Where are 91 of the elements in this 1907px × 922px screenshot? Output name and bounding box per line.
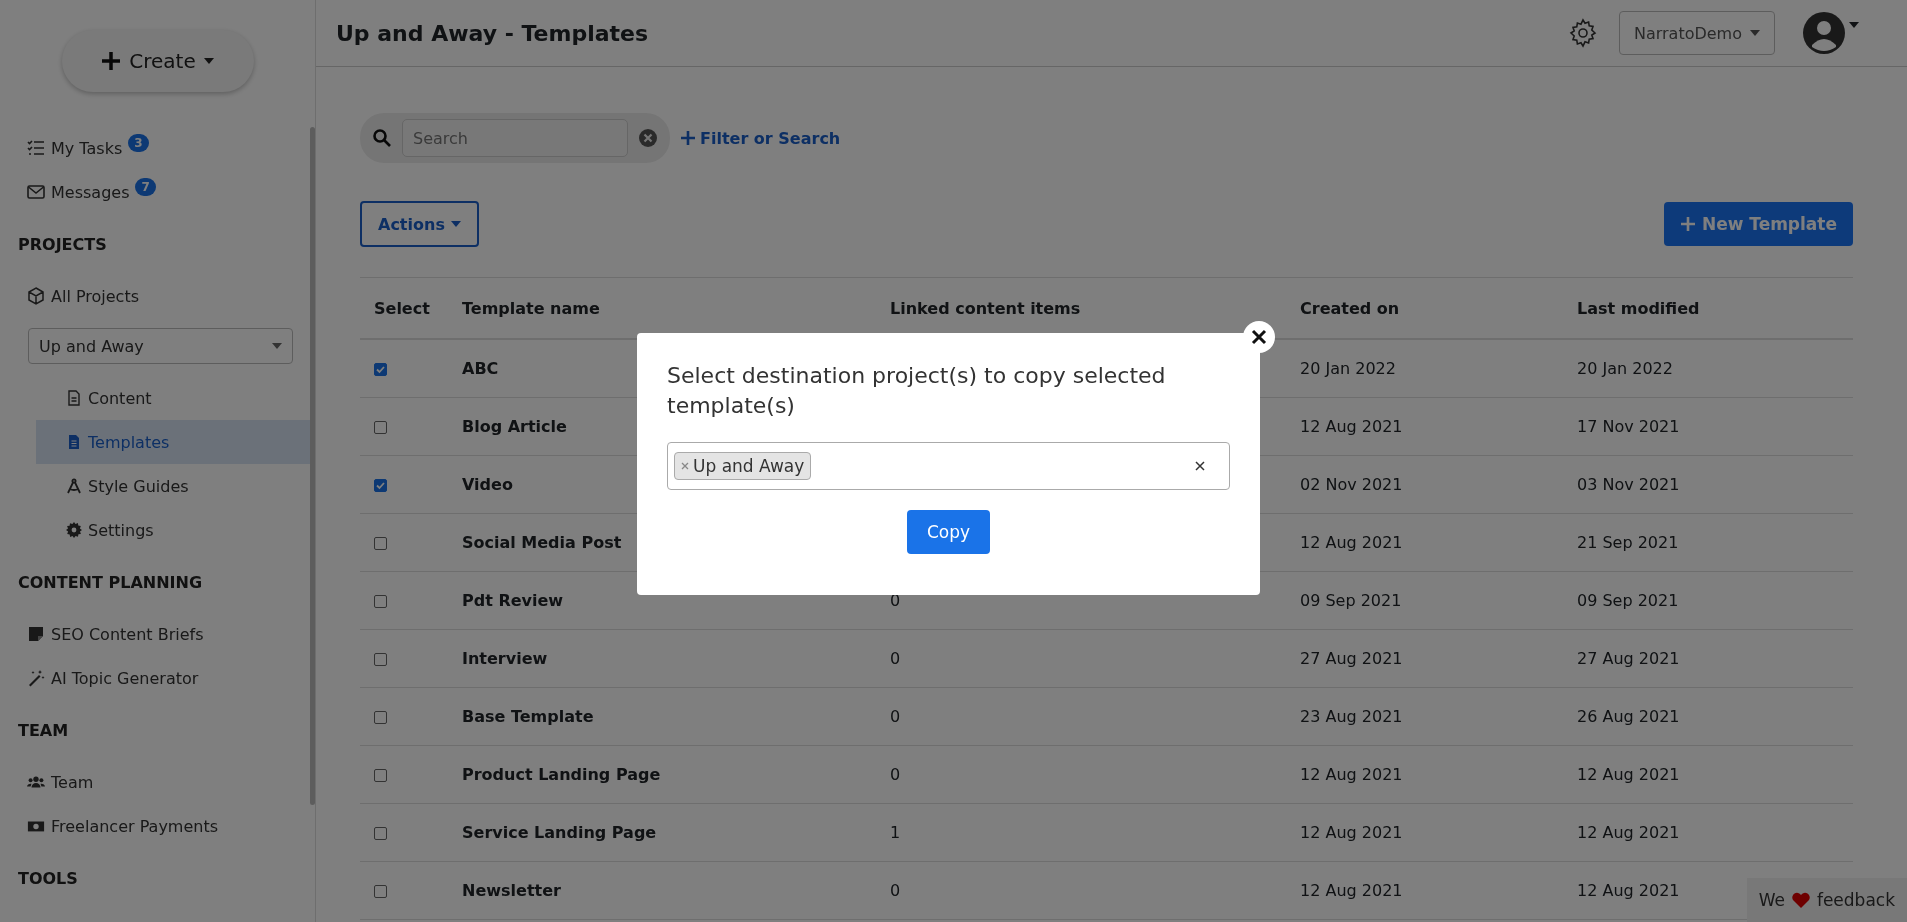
sidebar-item[interactable]: My Tasks 3	[18, 126, 293, 170]
caret-icon	[272, 343, 282, 349]
table-cell: 12 Aug 2021	[1286, 745, 1563, 804]
caret-icon	[203, 58, 214, 64]
sidebar-item[interactable]: AI Topic Generator	[18, 656, 293, 700]
table-cell: 17 Nov 2021	[1563, 397, 1853, 456]
sidebar-item[interactable]: Messages 7	[18, 170, 293, 214]
copy-button[interactable]: Copy	[906, 510, 991, 555]
table-cell: Newsletter	[448, 861, 876, 920]
plus-icon	[680, 130, 696, 146]
checkbox[interactable]	[374, 595, 387, 608]
caret-icon	[1750, 30, 1760, 36]
table-cell: 12 Aug 2021	[1286, 803, 1563, 862]
project-dropdown[interactable]: Up and Away	[28, 328, 293, 364]
table-cell: 12 Aug 2021	[1563, 803, 1853, 862]
project-select-field[interactable]: Up and Away	[667, 442, 1230, 491]
count-badge: 3	[128, 134, 149, 152]
section-heading: TEAM	[18, 719, 70, 742]
checkbox[interactable]	[374, 537, 387, 550]
create-button[interactable]: Create	[61, 30, 254, 92]
actions-dropdown[interactable]: Actions	[360, 201, 479, 247]
table-cell: 12 Aug 2021	[1286, 861, 1563, 920]
table-cell: 09 Sep 2021	[1563, 571, 1853, 630]
feedback-button[interactable]: We feedback	[1746, 878, 1907, 922]
checkbox[interactable]	[374, 421, 387, 434]
table-cell: 1	[876, 803, 1286, 862]
table-cell: 0	[876, 687, 1286, 746]
avatar-icon[interactable]	[1803, 12, 1845, 54]
table-cell: Interview	[448, 629, 876, 688]
cube-icon	[27, 287, 45, 305]
checkbox[interactable]	[374, 885, 387, 898]
sidebar-item[interactable]: Freelancer Payments	[18, 804, 293, 848]
table-cell: 21 Sep 2021	[1563, 513, 1853, 572]
table-cell: Base Template	[448, 687, 876, 746]
sidebar-item[interactable]: All Projects	[18, 274, 293, 318]
checkbox[interactable]	[374, 711, 387, 724]
project-tag[interactable]: Up and Away	[674, 452, 812, 481]
clear-icon[interactable]	[1195, 461, 1205, 472]
count-badge: 7	[135, 178, 156, 196]
gear-icon	[66, 522, 82, 538]
page-title: Up and Away - Templates	[336, 20, 650, 46]
table-cell: 12 Aug 2021	[1563, 745, 1853, 804]
document-icon	[66, 434, 82, 450]
scrollbar[interactable]	[310, 127, 315, 805]
table-cell: 20 Jan 2022	[1286, 339, 1563, 398]
table-cell: 12 Aug 2021	[1286, 513, 1563, 572]
table-cell: 23 Aug 2021	[1286, 687, 1563, 746]
checkbox[interactable]	[374, 769, 387, 782]
table-cell: 20 Jan 2022	[1563, 339, 1853, 398]
heart-icon	[1790, 891, 1811, 909]
compass-drawing-icon	[66, 478, 82, 494]
note-icon	[27, 625, 45, 643]
sidebar-item[interactable]: SEO Content Briefs	[18, 612, 293, 656]
column-header: Created on	[1286, 277, 1563, 339]
new-template-button[interactable]: New Template	[1663, 202, 1853, 246]
table-cell: 27 Aug 2021	[1563, 629, 1853, 688]
account-dropdown[interactable]: NarratoDemo	[1618, 11, 1775, 55]
caret-icon	[450, 221, 461, 227]
checklist-icon	[27, 139, 45, 157]
plus-icon	[1679, 216, 1696, 232]
section-heading: TOOLS	[18, 867, 79, 890]
section-heading: PROJECTS	[18, 233, 108, 256]
checkbox[interactable]	[374, 827, 387, 840]
table-cell: Service Landing Page	[448, 803, 876, 862]
magic-wand-icon	[27, 669, 45, 687]
table-cell: 12 Aug 2021	[1286, 397, 1563, 456]
table-cell: 09 Sep 2021	[1286, 571, 1563, 630]
document-icon	[66, 390, 82, 406]
envelope-icon	[27, 183, 45, 201]
checkbox[interactable]	[374, 653, 387, 666]
close-icon	[1251, 329, 1267, 345]
plus-icon	[101, 51, 122, 71]
search-field[interactable]: Search	[402, 119, 628, 157]
table-cell: 0	[876, 745, 1286, 804]
section-heading: CONTENT PLANNING	[18, 571, 203, 594]
caret-icon	[1849, 22, 1859, 28]
remove-icon[interactable]	[681, 462, 689, 471]
column-header: Select	[360, 277, 448, 339]
table-cell: 27 Aug 2021	[1286, 629, 1563, 688]
table-cell: 02 Nov 2021	[1286, 455, 1563, 514]
table-cell: 26 Aug 2021	[1563, 687, 1853, 746]
search-icon	[372, 128, 392, 148]
table-cell: 0	[876, 861, 1286, 920]
sidebar-item[interactable]: Team	[18, 760, 293, 804]
table-cell: 0	[876, 629, 1286, 688]
column-header: Last modified	[1563, 277, 1853, 339]
table-cell: 03 Nov 2021	[1563, 455, 1853, 514]
checkbox[interactable]	[374, 363, 387, 376]
checkbox[interactable]	[374, 479, 387, 492]
filter-link[interactable]: Filter or Search	[680, 128, 841, 148]
table-cell: Product Landing Page	[448, 745, 876, 804]
